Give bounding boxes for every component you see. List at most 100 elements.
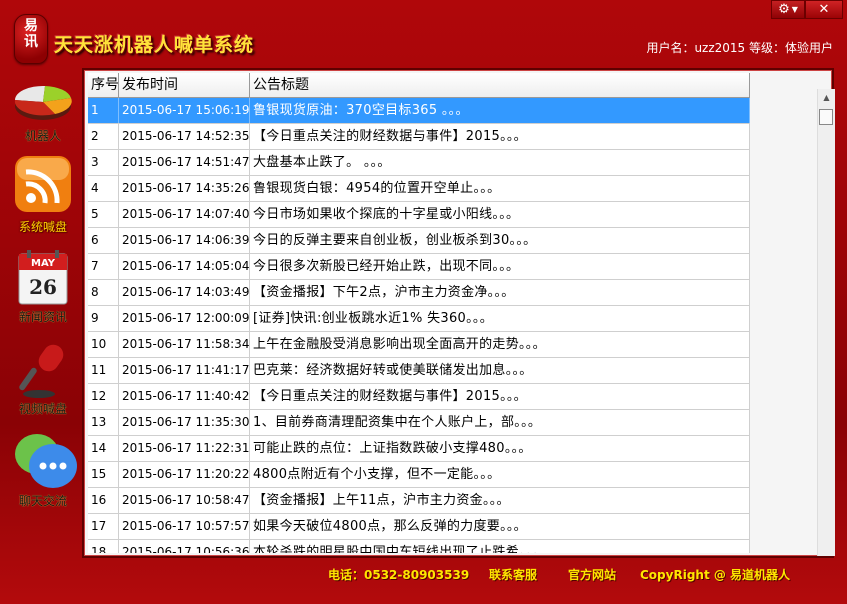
row-publish-time: 2015-06-17 11:22:31 bbox=[119, 436, 250, 461]
contact-support-link[interactable]: 联系客服 bbox=[489, 566, 537, 583]
table-row[interactable]: 15 2015-06-17 11:20:22 4800点附近有个小支撑，但不一定能。… bbox=[88, 462, 750, 488]
table-row[interactable]: 13 2015-06-17 11:35:30 1、目前券商清理配资集中在个人账户上，… bbox=[88, 410, 750, 436]
row-publish-time: 2015-06-17 11:58:34 bbox=[119, 332, 250, 357]
row-publish-time: 2015-06-17 15:06:19 bbox=[119, 98, 250, 123]
row-index: 13 bbox=[88, 410, 119, 435]
user-info: 用户名：uzz2015 等级：体验用户 bbox=[646, 41, 833, 55]
table-row[interactable]: 11 2015-06-17 11:41:17 巴克莱：经济数据好转或使美联储发出加息… bbox=[88, 358, 750, 384]
app-title: 天天涨机器人喊单系统 bbox=[54, 34, 255, 56]
row-index: 16 bbox=[88, 488, 119, 513]
table-row[interactable]: 12 2015-06-17 11:40:42 【今日重点关注的财经数据与事件】201… bbox=[88, 384, 750, 410]
row-title: 大盘基本止跌了。 。。。 bbox=[250, 150, 750, 175]
column-header-time[interactable]: 发布时间 bbox=[119, 73, 250, 97]
table-row[interactable]: 7 2015-06-17 14:05:04 今日很多次新股已经开始止跌，出现不同。。… bbox=[88, 254, 750, 280]
row-title: 巴克莱：经济数据好转或使美联储发出加息。。。 bbox=[250, 358, 750, 383]
footer: 电话：0532-80903539 联系客服 官方网站 CopyRight @ 易… bbox=[0, 566, 847, 586]
table-row[interactable]: 4 2015-06-17 14:35:26 鲁银现货白银：4954的位置开空单止。。… bbox=[88, 176, 750, 202]
settings-menu-button[interactable]: ⚙ ▼ bbox=[771, 0, 805, 19]
row-title: 【资金播报】下午2点，沪市主力资金净。。。 bbox=[250, 280, 750, 305]
pie-chart-icon bbox=[11, 74, 75, 126]
row-index: 2 bbox=[88, 124, 119, 149]
row-title: 1、目前券商清理配资集中在个人账户上，部。。。 bbox=[250, 410, 750, 435]
row-publish-time: 2015-06-17 14:07:40 bbox=[119, 202, 250, 227]
chat-bubbles-icon bbox=[11, 430, 77, 488]
sidebar-item-news-label: 新闻资讯 bbox=[18, 310, 67, 324]
row-title: 4800点附近有个小支撑，但不一定能。。。 bbox=[250, 462, 750, 487]
row-index: 11 bbox=[88, 358, 119, 383]
title-bar: 易讯 天天涨机器人喊单系统 用户名：uzz2015 等级：体验用户 ⚙ ▼ ✕ bbox=[0, 0, 847, 64]
table-header: 序号 发布时间 公告标题 bbox=[88, 73, 750, 98]
row-publish-time: 2015-06-17 10:57:57 bbox=[119, 514, 250, 539]
row-index: 7 bbox=[88, 254, 119, 279]
row-index: 9 bbox=[88, 306, 119, 331]
row-publish-time: 2015-06-17 12:00:09 bbox=[119, 306, 250, 331]
row-title: 上午在金融股受消息影响出现全面高开的走势。。。 bbox=[250, 332, 750, 357]
table-row[interactable]: 14 2015-06-17 11:22:31 可能止跌的点位：上证指数跌破小支撑48… bbox=[88, 436, 750, 462]
sidebar-item-system-calls[interactable]: 系统喊盘 bbox=[4, 156, 82, 235]
row-title: [证券]快讯:创业板跳水近1% 失360。。。 bbox=[250, 306, 750, 331]
row-index: 18 bbox=[88, 540, 119, 553]
row-title: 今日的反弹主要来自创业板，创业板杀到30。。。 bbox=[250, 228, 750, 253]
column-header-title[interactable]: 公告标题 bbox=[250, 73, 750, 97]
vertical-scrollbar[interactable]: ▲ bbox=[817, 89, 835, 556]
official-website-link[interactable]: 官方网站 bbox=[568, 566, 616, 583]
copyright-text: CopyRight @ 易道机器人 bbox=[640, 568, 791, 582]
row-title: 【今日重点关注的财经数据与事件】2015。。。 bbox=[250, 124, 750, 149]
table-row[interactable]: 1 2015-06-17 15:06:19 鲁银现货原油：370空目标365 。。。 bbox=[88, 98, 750, 124]
row-publish-time: 2015-06-17 14:06:39 bbox=[119, 228, 250, 253]
contact-phone: 电话：0532-80903539 bbox=[328, 568, 470, 582]
row-title: 今日很多次新股已经开始止跌，出现不同。。。 bbox=[250, 254, 750, 279]
table-row[interactable]: 9 2015-06-17 12:00:09 [证券]快讯:创业板跳水近1% 失360… bbox=[88, 306, 750, 332]
table-row[interactable]: 3 2015-06-17 14:51:47 大盘基本止跌了。 。。。 bbox=[88, 150, 750, 176]
row-publish-time: 2015-06-17 11:41:17 bbox=[119, 358, 250, 383]
row-publish-time: 2015-06-17 10:58:47 bbox=[119, 488, 250, 513]
app-logo-text: 易讯 bbox=[24, 18, 38, 50]
table-row[interactable]: 10 2015-06-17 11:58:34 上午在金融股受消息影响出现全面高开的走… bbox=[88, 332, 750, 358]
table-row[interactable]: 6 2015-06-17 14:06:39 今日的反弹主要来自创业板，创业板杀到30… bbox=[88, 228, 750, 254]
rss-icon bbox=[11, 156, 75, 212]
table-row[interactable]: 8 2015-06-17 14:03:49 【资金播报】下午2点，沪市主力资金净。。… bbox=[88, 280, 750, 306]
row-title: 如果今天破位4800点，那么反弹的力度要。。。 bbox=[250, 514, 750, 539]
row-title: 本轮杀跌的明星股中国中车短线出现了止跌希。。。 bbox=[250, 540, 750, 553]
row-publish-time: 2015-06-17 14:35:26 bbox=[119, 176, 250, 201]
row-index: 8 bbox=[88, 280, 119, 305]
calendar-month-text: MAY bbox=[31, 258, 56, 269]
row-index: 10 bbox=[88, 332, 119, 357]
row-publish-time: 2015-06-17 11:35:30 bbox=[119, 410, 250, 435]
sidebar-item-video-calls[interactable]: 视频喊盘 bbox=[4, 340, 82, 417]
row-title: 鲁银现货白银：4954的位置开空单止。。。 bbox=[250, 176, 750, 201]
row-publish-time: 2015-06-17 14:51:47 bbox=[119, 150, 250, 175]
close-button[interactable]: ✕ bbox=[805, 0, 843, 19]
close-icon: ✕ bbox=[818, 2, 830, 17]
row-index: 1 bbox=[88, 98, 119, 123]
row-index: 5 bbox=[88, 202, 119, 227]
row-publish-time: 2015-06-17 14:05:04 bbox=[119, 254, 250, 279]
table-row[interactable]: 5 2015-06-17 14:07:40 今日市场如果收个探底的十字星或小阳线。。… bbox=[88, 202, 750, 228]
row-publish-time: 2015-06-17 10:56:36 bbox=[119, 540, 250, 553]
row-index: 14 bbox=[88, 436, 119, 461]
row-index: 6 bbox=[88, 228, 119, 253]
table-body: 1 2015-06-17 15:06:19 鲁银现货原油：370空目标365 。。。… bbox=[88, 98, 750, 553]
table-row[interactable]: 18 2015-06-17 10:56:36 本轮杀跌的明星股中国中车短线出现了止跌… bbox=[88, 540, 750, 553]
row-title: 鲁银现货原油：370空目标365 。。。 bbox=[250, 98, 750, 123]
announcement-table: 序号 发布时间 公告标题 1 2015-06-17 15:06:19 鲁银现货原油：… bbox=[88, 73, 750, 553]
row-title: 今日市场如果收个探底的十字星或小阳线。。。 bbox=[250, 202, 750, 227]
table-row[interactable]: 17 2015-06-17 10:57:57 如果今天破位4800点，那么反弹的力度… bbox=[88, 514, 750, 540]
row-index: 4 bbox=[88, 176, 119, 201]
row-index: 17 bbox=[88, 514, 119, 539]
column-header-index[interactable]: 序号 bbox=[88, 73, 119, 97]
sidebar-item-chat-label: 聊天交流 bbox=[18, 494, 67, 508]
row-publish-time: 2015-06-17 11:40:42 bbox=[119, 384, 250, 409]
announcement-panel: 序号 发布时间 公告标题 1 2015-06-17 15:06:19 鲁银现货原油：… bbox=[82, 68, 835, 558]
table-row[interactable]: 2 2015-06-17 14:52:35 【今日重点关注的财经数据与事件】2015… bbox=[88, 124, 750, 150]
sidebar-item-news[interactable]: MAY 26 新闻资讯 bbox=[4, 248, 82, 325]
row-title: 可能止跌的点位：上证指数跌破小支撑480。。。 bbox=[250, 436, 750, 461]
dropdown-arrow-icon: ▼ bbox=[791, 5, 798, 14]
table-row[interactable]: 16 2015-06-17 10:58:47 【资金播报】上午11点，沪市主力资金。… bbox=[88, 488, 750, 514]
sidebar-item-robot[interactable]: 机器人 bbox=[4, 74, 82, 144]
scroll-up-icon[interactable]: ▲ bbox=[818, 89, 835, 106]
row-publish-time: 2015-06-17 14:52:35 bbox=[119, 124, 250, 149]
scrollbar-thumb[interactable] bbox=[819, 109, 833, 125]
sidebar-item-chat[interactable]: 聊天交流 bbox=[4, 430, 82, 509]
calendar-icon: MAY 26 bbox=[11, 248, 75, 305]
